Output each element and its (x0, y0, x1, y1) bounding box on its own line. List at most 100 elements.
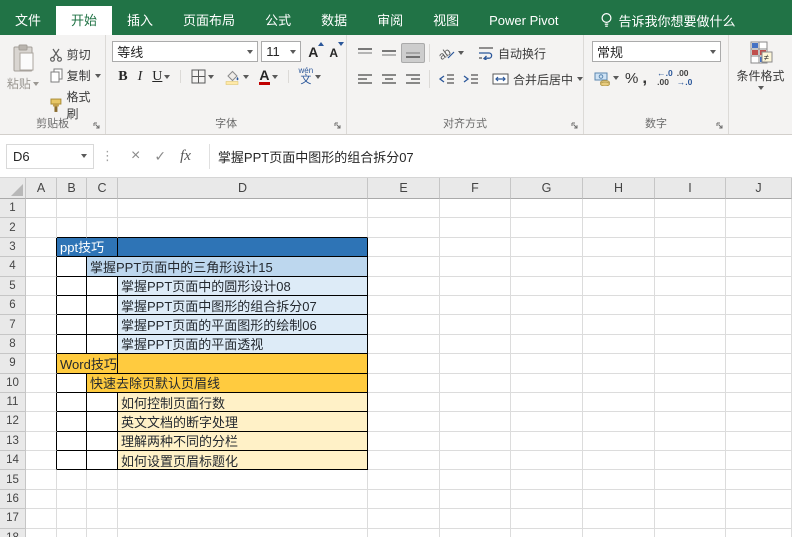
cell-C17[interactable] (87, 509, 118, 528)
cell-I18[interactable] (655, 529, 726, 537)
cell-H17[interactable] (583, 509, 655, 528)
cell-E8[interactable] (368, 335, 440, 354)
cell-C15[interactable] (87, 470, 118, 489)
cell-J1[interactable] (726, 199, 792, 218)
row-header-7[interactable]: 7 (0, 315, 26, 334)
cell-D7[interactable]: 掌握PPT页面的平面图形的绘制06 (118, 315, 368, 334)
cell-H8[interactable] (583, 335, 655, 354)
cell-J9[interactable] (726, 354, 792, 373)
select-all-button[interactable] (0, 178, 26, 199)
cell-D18[interactable] (118, 529, 368, 537)
tell-me[interactable]: 告诉我你想要做什么 (600, 6, 736, 35)
cell-J6[interactable] (726, 296, 792, 315)
cell-I4[interactable] (655, 257, 726, 276)
cell-B5[interactable] (57, 277, 87, 296)
cell-H14[interactable] (583, 451, 655, 470)
cell-C10[interactable]: 快速去除页默认页眉线 (87, 374, 368, 393)
cell-A14[interactable] (26, 451, 57, 470)
tab-formulas[interactable]: 公式 (250, 6, 306, 35)
cell-C7[interactable] (87, 315, 118, 334)
insert-function-button[interactable]: fx (180, 148, 191, 165)
font-dialog-launcher[interactable] (334, 122, 342, 130)
tab-power-pivot[interactable]: Power Pivot (474, 6, 573, 35)
cell-E11[interactable] (368, 393, 440, 412)
row-header-6[interactable]: 6 (0, 296, 26, 315)
column-header-F[interactable]: F (440, 178, 511, 199)
cell-H3[interactable] (583, 238, 655, 257)
cell-F5[interactable] (440, 277, 511, 296)
cell-C12[interactable] (87, 412, 118, 431)
cell-F6[interactable] (440, 296, 511, 315)
cell-A13[interactable] (26, 432, 57, 451)
cell-E17[interactable] (368, 509, 440, 528)
cell-G16[interactable] (511, 490, 583, 509)
cell-B7[interactable] (57, 315, 87, 334)
cell-J2[interactable] (726, 218, 792, 237)
row-header-15[interactable]: 15 (0, 470, 26, 489)
cell-F11[interactable] (440, 393, 511, 412)
cell-H15[interactable] (583, 470, 655, 489)
column-header-C[interactable]: C (87, 178, 118, 199)
cell-C5[interactable] (87, 277, 118, 296)
cell-I5[interactable] (655, 277, 726, 296)
cell-F10[interactable] (440, 374, 511, 393)
cell-C2[interactable] (87, 218, 118, 237)
bottom-align-button[interactable] (401, 43, 425, 63)
cell-I7[interactable] (655, 315, 726, 334)
cell-B15[interactable] (57, 470, 87, 489)
decrease-decimal-button[interactable]: .00 →.0 (677, 69, 693, 87)
cell-B3[interactable]: ppt技巧 (57, 238, 118, 257)
column-header-B[interactable]: B (57, 178, 87, 199)
cell-F2[interactable] (440, 218, 511, 237)
borders-button[interactable] (187, 69, 218, 84)
cell-H16[interactable] (583, 490, 655, 509)
cell-C8[interactable] (87, 335, 118, 354)
align-left-button[interactable] (353, 69, 377, 89)
cell-G2[interactable] (511, 218, 583, 237)
cell-B2[interactable] (57, 218, 87, 237)
cell-J17[interactable] (726, 509, 792, 528)
copy-button[interactable]: 复制 (46, 66, 106, 85)
merge-center-button[interactable]: 合并后居中 (492, 71, 583, 88)
active-cell-D6[interactable]: 掌握PPT页面中图形的组合拆分07 (118, 296, 368, 315)
cell-F8[interactable] (440, 335, 511, 354)
cell-I10[interactable] (655, 374, 726, 393)
cell-J3[interactable] (726, 238, 792, 257)
cell-G6[interactable] (511, 296, 583, 315)
cell-J10[interactable] (726, 374, 792, 393)
cell-G15[interactable] (511, 470, 583, 489)
cell-F14[interactable] (440, 451, 511, 470)
row-header-5[interactable]: 5 (0, 277, 26, 296)
cell-C6[interactable] (87, 296, 118, 315)
cell-G4[interactable] (511, 257, 583, 276)
cell-F1[interactable] (440, 199, 511, 218)
cell-A2[interactable] (26, 218, 57, 237)
cell-C1[interactable] (87, 199, 118, 218)
cell-F16[interactable] (440, 490, 511, 509)
cell-E15[interactable] (368, 470, 440, 489)
cell-E14[interactable] (368, 451, 440, 470)
decrease-indent-button[interactable] (434, 69, 458, 89)
cell-F13[interactable] (440, 432, 511, 451)
tab-view[interactable]: 视图 (418, 6, 474, 35)
cell-G3[interactable] (511, 238, 583, 257)
cell-I6[interactable] (655, 296, 726, 315)
row-header-2[interactable]: 2 (0, 218, 26, 237)
cell-J4[interactable] (726, 257, 792, 276)
cell-J13[interactable] (726, 432, 792, 451)
cell-H1[interactable] (583, 199, 655, 218)
cell-A4[interactable] (26, 257, 57, 276)
cell-I9[interactable] (655, 354, 726, 373)
row-header-1[interactable]: 1 (0, 199, 26, 218)
cell-E4[interactable] (368, 257, 440, 276)
cell-E18[interactable] (368, 529, 440, 537)
cell-G1[interactable] (511, 199, 583, 218)
cell-A10[interactable] (26, 374, 57, 393)
cell-H6[interactable] (583, 296, 655, 315)
column-header-E[interactable]: E (368, 178, 440, 199)
cell-C11[interactable] (87, 393, 118, 412)
cell-A18[interactable] (26, 529, 57, 537)
cell-G14[interactable] (511, 451, 583, 470)
conditional-formatting-button[interactable]: ≠ 条件格式 (729, 35, 792, 134)
row-header-10[interactable]: 10 (0, 374, 26, 393)
